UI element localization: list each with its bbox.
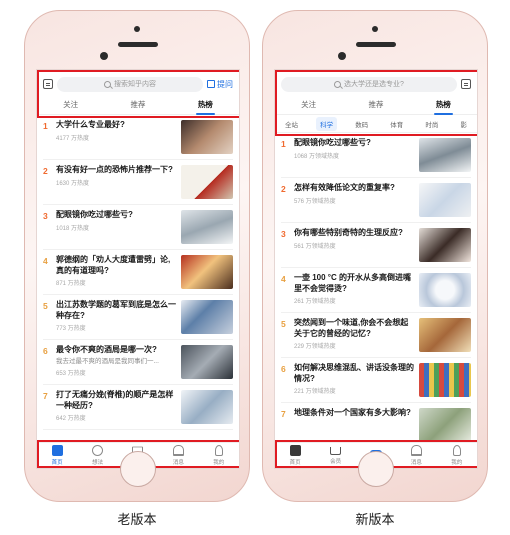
item-rank: 5 (281, 319, 286, 329)
item-title: 打了无痛分娩(脊椎)的顺产是怎样一种经历? (56, 390, 174, 410)
item-rank: 7 (281, 409, 286, 419)
highlight-frame-top (275, 70, 477, 136)
front-camera (338, 52, 346, 60)
item-title: 如何解决思维混乱、讲话没条理的情况? (294, 363, 414, 383)
item-heat: 871 万热度 (56, 281, 86, 287)
list-item[interactable]: 3 你有哪些特别奇特的生理反应? 561 万领域热度 (281, 223, 471, 268)
new-version-caption: 新版本 (355, 512, 395, 527)
item-thumbnail (419, 408, 471, 442)
item-heat: 773 万热度 (56, 326, 86, 332)
item-title: 地理条件对一个国家有多大影响? (294, 408, 411, 417)
item-thumbnail (181, 210, 233, 244)
list-item[interactable]: 3 配眼镜你吃过哪些亏? 1018 万热度 (43, 205, 233, 250)
earpiece-speaker (118, 42, 158, 47)
item-rank: 4 (43, 256, 48, 266)
item-rank: 2 (43, 166, 48, 176)
item-title: 有没有好一点的恐怖片推荐一下? (56, 165, 173, 174)
item-rank: 7 (43, 391, 48, 401)
item-rank: 1 (43, 121, 48, 131)
item-thumbnail (181, 390, 233, 424)
item-rank: 6 (281, 364, 286, 374)
list-item[interactable]: 1 配眼镜你吃过哪些亏? 1068 万领域热度 (281, 133, 471, 178)
home-button[interactable] (120, 451, 156, 487)
proximity-sensor (134, 26, 140, 32)
item-thumbnail (181, 120, 233, 154)
item-rank: 3 (281, 229, 286, 239)
item-title: 一壶 100 °C 的开水从多高倒进嘴里不会觉得烫? (294, 273, 411, 293)
item-heat: 1068 万领域热度 (294, 153, 340, 160)
item-heat: 229 万领域热度 (294, 344, 336, 350)
list-item[interactable]: 4 一壶 100 °C 的开水从多高倒进嘴里不会觉得烫? 261 万领域热度 (281, 268, 471, 313)
item-heat: 561 万领域热度 (294, 243, 336, 250)
new-version-screen: 选大学还是选专业? 关注 推荐 热榜 全站 科学 数码 体育 时尚 影 1 配眼… (274, 69, 478, 469)
old-version-phone: 搜索知乎内容 提问 关注 推荐 热榜 1 大学什么专业最好? 4177 万热度 (24, 10, 250, 502)
item-heat: 1630 万热度 (56, 180, 90, 187)
list-item[interactable]: 2 有没有好一点的恐怖片推荐一下? 1630 万热度 (43, 160, 233, 205)
item-thumbnail (181, 300, 233, 334)
item-thumbnail (419, 183, 471, 217)
item-title: 配眼镜你吃过哪些亏? (56, 210, 133, 219)
item-heat: 261 万领域热度 (294, 299, 336, 305)
new-hot-list: 1 配眼镜你吃过哪些亏? 1068 万领域热度 2 怎样有效降低论文的重复率? … (275, 133, 477, 448)
item-thumbnail (419, 138, 471, 172)
list-item[interactable]: 5 突然闻到一个味道,你会不会想起关于它的曾经的记忆? 229 万领域热度 (281, 313, 471, 358)
earpiece-speaker (356, 42, 396, 47)
old-version-screen: 搜索知乎内容 提问 关注 推荐 热榜 1 大学什么专业最好? 4177 万热度 (36, 69, 240, 469)
list-item[interactable]: 4 郭德纲的「劝人大度遭雷劈」论,真的有道理吗? 871 万热度 (43, 250, 233, 295)
list-item[interactable]: 1 大学什么专业最好? 4177 万热度 (43, 115, 233, 160)
new-version-phone: 选大学还是选专业? 关注 推荐 热榜 全站 科学 数码 体育 时尚 影 1 配眼… (262, 10, 488, 502)
item-rank: 4 (281, 274, 286, 284)
item-rank: 3 (43, 211, 48, 221)
list-item[interactable]: 7 打了无痛分娩(脊椎)的顺产是怎样一种经历? 642 万热度 (43, 385, 233, 430)
item-title: 大学什么专业最好? (56, 120, 125, 129)
home-button[interactable] (358, 451, 394, 487)
item-rank: 6 (43, 346, 48, 356)
item-title: 郭德纲的「劝人大度遭雷劈」论,真的有道理吗? (56, 255, 171, 275)
item-thumbnail (181, 255, 233, 289)
highlight-frame-top (37, 70, 239, 118)
item-title: 配眼镜你吃过哪些亏? (294, 138, 371, 147)
item-heat: 4177 万热度 (56, 135, 90, 142)
item-heat: 1018 万热度 (56, 225, 90, 232)
item-thumbnail (181, 165, 233, 199)
item-title: 怎样有效降低论文的重复率? (294, 183, 395, 192)
item-excerpt: 我去过最不爽的酒局是我同事们一... (56, 357, 159, 365)
item-rank: 1 (281, 139, 286, 149)
item-thumbnail (419, 228, 471, 262)
proximity-sensor (372, 26, 378, 32)
item-title: 出江苏数学题的葛军到底是怎么一种存在? (56, 300, 176, 320)
item-thumbnail (181, 345, 233, 379)
item-title: 你有哪些特别奇特的生理反应? (294, 228, 403, 237)
list-item[interactable]: 6 最令你不爽的酒局是哪一次? 我去过最不爽的酒局是我同事们一... 653 万… (43, 340, 233, 385)
front-camera (100, 52, 108, 60)
item-thumbnail (419, 273, 471, 307)
item-heat: 642 万热度 (56, 416, 86, 422)
item-thumbnail (419, 363, 471, 397)
list-item[interactable]: 2 怎样有效降低论文的重复率? 576 万领域热度 (281, 178, 471, 223)
item-heat: 653 万热度 (56, 370, 86, 377)
list-item[interactable]: 5 出江苏数学题的葛军到底是怎么一种存在? 773 万热度 (43, 295, 233, 340)
item-thumbnail (419, 318, 471, 352)
item-title: 最令你不爽的酒局是哪一次? (56, 345, 157, 354)
old-hot-list: 1 大学什么专业最好? 4177 万热度 2 有没有好一点的恐怖片推荐一下? 1… (37, 115, 239, 430)
item-rank: 5 (43, 301, 48, 311)
item-title: 突然闻到一个味道,你会不会想起关于它的曾经的记忆? (294, 318, 409, 338)
item-rank: 2 (281, 184, 286, 194)
item-heat: 221 万领域热度 (294, 389, 336, 395)
old-version-caption: 老版本 (117, 512, 157, 527)
item-heat: 576 万领域热度 (294, 198, 336, 205)
list-item[interactable]: 6 如何解决思维混乱、讲话没条理的情况? 221 万领域热度 (281, 358, 471, 403)
